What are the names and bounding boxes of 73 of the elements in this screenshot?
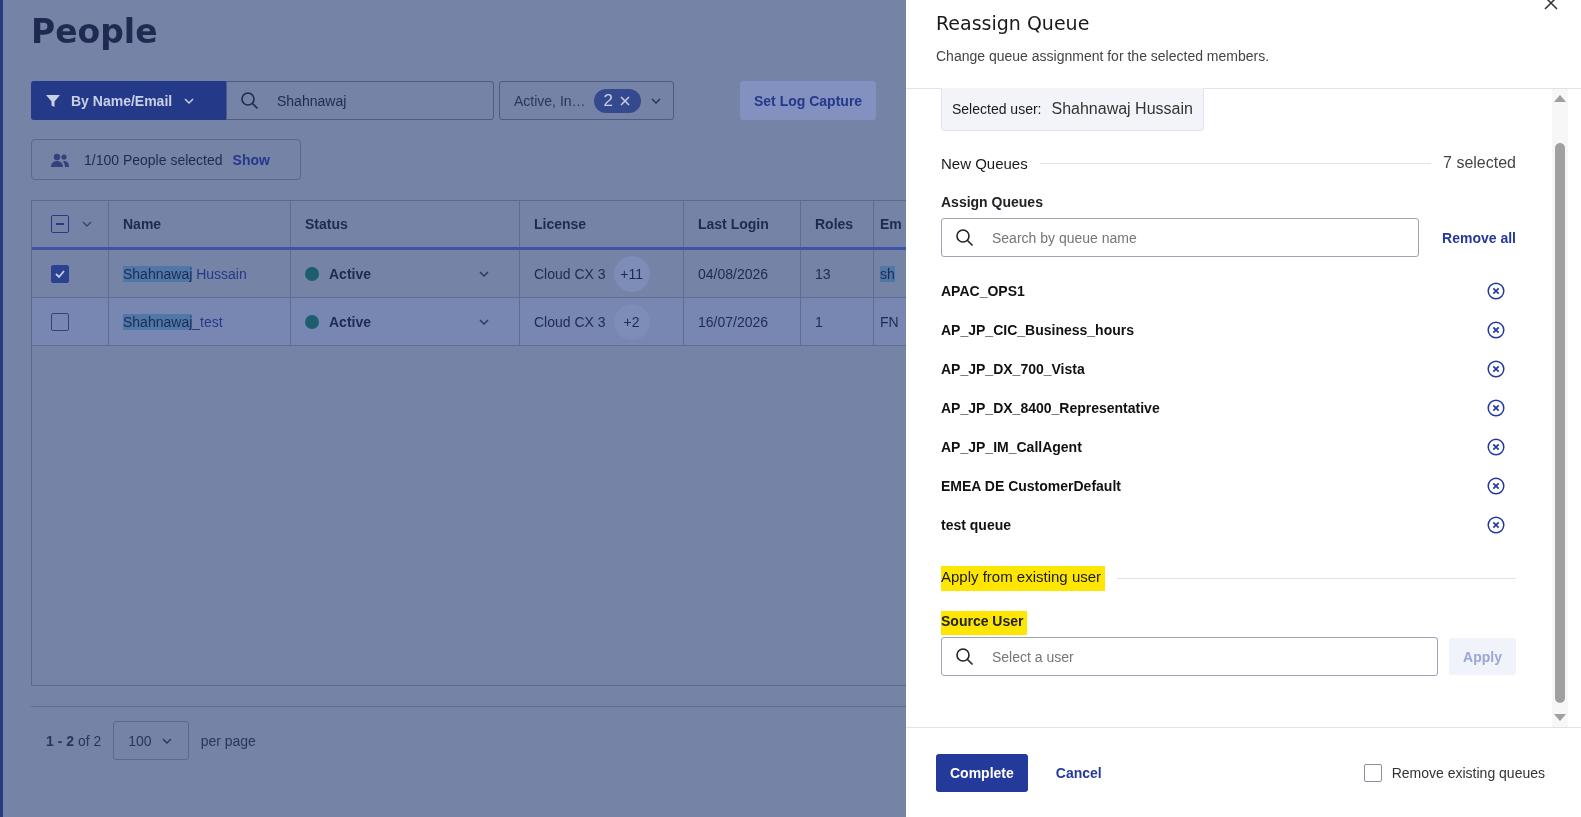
search-icon [955,227,975,248]
queue-name: AP_JP_IM_CallAgent [941,438,1082,455]
source-user-field[interactable]: Select a user [941,637,1438,676]
queue-name: AP_JP_DX_8400_Representative [941,399,1160,416]
column-header[interactable]: Em [874,201,906,247]
column-header[interactable]: Roles [801,201,874,247]
queue-search-field[interactable]: Search by queue name [941,218,1419,257]
status-dot [305,314,319,329]
selected-user-name: Shahnawaj Hussain [1051,100,1193,118]
remove-icon[interactable] [1487,476,1505,495]
remove-icon[interactable] [1487,398,1505,417]
per-page-label: per page [200,732,256,749]
remove-icon[interactable] [1487,320,1505,339]
queue-name: AP_JP_CIC_Business_hours [941,321,1134,338]
license-text: Cloud CX 3 [534,265,606,282]
scrollbar-track[interactable] [1552,89,1568,727]
license-count-badge[interactable]: +11 [613,255,650,292]
table-cell: 04/08/2026 [698,265,769,282]
selected-count: 7 selected [1443,154,1516,172]
search-icon [955,646,975,667]
close-icon[interactable] [1544,0,1558,10]
remove-icon[interactable] [1487,515,1505,534]
filter-count-chip[interactable]: 2 [593,88,642,113]
field-label: Source User [941,611,1028,635]
queue-name: APAC_OPS1 [941,282,1025,299]
selected-user-label: Selected user: [952,101,1042,117]
license-count-badge[interactable]: +2 [613,303,650,340]
section-heading: New Queues [941,154,1028,172]
column-header[interactable]: License [520,201,684,247]
column-header[interactable]: Status [291,201,520,247]
table-cell: 13 [815,265,831,282]
queue-name: AP_JP_DX_700_Vista [941,360,1085,377]
remove-icon[interactable] [1487,281,1505,300]
toolbar-button[interactable]: Set Log Capture [740,81,877,120]
people-icon [50,151,70,168]
status-dot [305,266,319,281]
column-header[interactable]: Last Login [684,201,801,247]
license-text: Cloud CX 3 [534,313,606,330]
cancel-button[interactable]: Cancel [1049,763,1108,782]
search-field[interactable]: Shahnawaj [226,81,494,120]
row-checkbox[interactable] [51,312,69,331]
complete-button[interactable]: Complete [936,753,1028,792]
filter-mode-dropdown[interactable]: By Name/Email [31,81,226,120]
remove-icon[interactable] [1487,437,1505,456]
drawer-title: Reassign Queue [936,12,1091,34]
checkbox-label: Remove existing queues [1391,764,1545,781]
selection-count: 1/100 People selected [84,151,223,168]
table-cell: FN [880,313,899,330]
section-heading: Apply from existing user [941,566,1106,591]
page-size-dropdown[interactable]: 100 [113,721,189,760]
table-cell: sh [880,265,895,282]
field-label: Assign Queues [941,194,1044,210]
remove-all-link[interactable]: Remove all [1442,229,1516,246]
row-checkbox[interactable] [51,264,69,283]
table-cell: 16/07/2026 [698,313,769,330]
remove-existing-checkbox[interactable] [1363,763,1382,782]
drawer-subtitle: Change queue assignment for the selected members. [936,48,1271,64]
search-icon [240,90,260,111]
select-all-checkbox[interactable] [51,215,69,233]
queue-name: EMEA DE CustomerDefault [941,477,1121,494]
remove-icon[interactable] [1487,359,1505,378]
column-header[interactable]: Name [109,201,291,247]
clear-icon[interactable] [619,94,632,107]
status-text: Active [329,313,372,330]
page-range: 1 - 2 of 2 [46,732,102,749]
scrollbar-thumb[interactable] [1555,143,1565,703]
table-cell: 1 [815,313,823,330]
queue-name: test queue [941,516,1011,533]
show-link[interactable]: Show [232,151,270,168]
page-title: People [31,12,159,51]
filter-icon [45,92,61,109]
status-text: Active [329,265,372,282]
status-filter-dropdown[interactable]: Active, In… 2 [499,81,674,120]
